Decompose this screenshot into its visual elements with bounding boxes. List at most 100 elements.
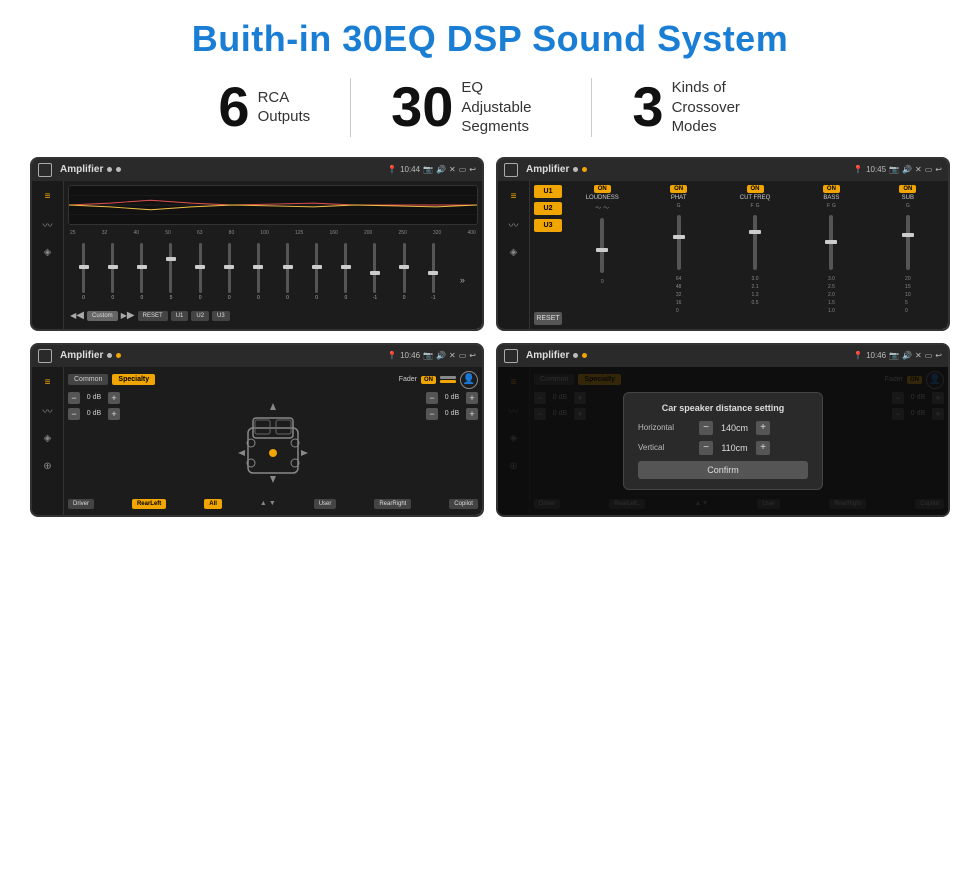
screen2-wave-icon[interactable]: 〰 <box>504 215 524 235</box>
stat-number-crossover: 3 <box>632 79 663 135</box>
screen3-minus-tl[interactable]: − <box>68 392 80 404</box>
screen1-equalizer-icon[interactable]: ≡ <box>38 187 58 207</box>
screen3-plus-bl[interactable]: + <box>108 408 120 420</box>
screen3-wave-icon[interactable]: 〰 <box>38 401 58 421</box>
screen3-copilot-btn[interactable]: Copilot <box>449 499 478 509</box>
eq-slider-11[interactable]: -1 <box>361 243 388 301</box>
screen1-u2-btn[interactable]: U2 <box>191 311 209 321</box>
screen3-db-top-left: − 0 dB + <box>68 392 148 404</box>
screen3-arrow-down[interactable]: ▼ <box>269 500 276 507</box>
screen3-person-icon[interactable]: 👤 <box>460 371 478 389</box>
screen3-minus-br[interactable]: − <box>426 408 438 420</box>
screen4-horizontal-minus[interactable]: − <box>699 421 713 435</box>
screen4-app-title: Amplifier <box>526 350 569 361</box>
screen3-pan-icon[interactable]: ⊕ <box>38 457 58 477</box>
screen3-minus-tr[interactable]: − <box>426 392 438 404</box>
screen4-vertical-plus[interactable]: + <box>756 441 770 455</box>
screen2-cutfreq-slider[interactable] <box>753 215 757 270</box>
screen1-speaker-icon[interactable]: ◈ <box>38 243 58 263</box>
screen1-next-btn[interactable]: ▶ <box>121 309 135 323</box>
screen3-rearleft-btn[interactable]: RearLeft <box>132 499 166 509</box>
screen4-horizontal-plus[interactable]: + <box>756 421 770 435</box>
eq-slider-10[interactable]: 0 <box>332 243 359 301</box>
screen3-all-btn[interactable]: All <box>204 499 222 509</box>
screen4-home-icon[interactable] <box>504 349 518 363</box>
eq-chevron[interactable]: » <box>449 275 476 301</box>
screen2-sub-on[interactable]: ON <box>899 185 916 193</box>
screen2-u2-btn[interactable]: U2 <box>534 202 562 215</box>
screen4-confirm-btn[interactable]: Confirm <box>638 461 808 479</box>
screen3-plus-tl[interactable]: + <box>108 392 120 404</box>
screen4-vertical-minus[interactable]: − <box>699 441 713 455</box>
screen2-statusbar: Amplifier 📍 10:45 📷 🔊 ✕ ▭ ↩ <box>498 159 948 181</box>
screen4-location-icon: 📍 <box>853 351 863 360</box>
screen2-home-icon[interactable] <box>504 163 518 177</box>
screen2-loudness-label: LOUDNESS <box>586 195 619 201</box>
screen1-prev-btn[interactable]: ◀ <box>70 309 84 323</box>
eq-slider-7[interactable]: 0 <box>245 243 272 301</box>
screen4-horizontal-stepper: − 140cm + <box>699 421 770 435</box>
eq-slider-3[interactable]: 0 <box>128 243 155 301</box>
screen2-speaker-icon[interactable]: ◈ <box>504 243 524 263</box>
screen2-u1-btn[interactable]: U1 <box>534 185 562 198</box>
screen3-dot1 <box>107 353 112 358</box>
main-title: Buith-in 30EQ DSP Sound System <box>30 18 950 60</box>
screen2-loudness-curve1: 〜 <box>595 203 601 212</box>
screen3-minus-bl[interactable]: − <box>68 408 80 420</box>
screen1-back-icon: ↩ <box>469 165 476 174</box>
screen3-driver-btn[interactable]: Driver <box>68 499 94 509</box>
screen1-custom-btn[interactable]: Custom <box>87 311 118 321</box>
eq-slider-9[interactable]: 0 <box>303 243 330 301</box>
screen2-phat-slider[interactable] <box>677 215 681 270</box>
stat-text-rca: RCA Outputs <box>258 88 311 127</box>
screen4: Amplifier 📍 10:46 📷 🔊 ✕ ▭ ↩ <box>498 345 948 515</box>
screen1-home-icon[interactable] <box>38 163 52 177</box>
screen1-rect-icon: ▭ <box>459 165 467 174</box>
screen2-equalizer-icon[interactable]: ≡ <box>504 187 524 207</box>
screen4-vertical-row: Vertical − 110cm + <box>638 441 808 455</box>
screen2-loudness-on[interactable]: ON <box>594 185 611 193</box>
screen3-fader-on[interactable]: ON <box>421 376 436 384</box>
screen3-arrow-up[interactable]: ▲ <box>260 500 267 507</box>
screen2-u3-btn[interactable]: U3 <box>534 219 562 232</box>
screen3-speaker-icon[interactable]: ◈ <box>38 429 58 449</box>
screen2-status-icons: 📍 10:45 📷 🔊 ✕ ▭ ↩ <box>853 165 942 174</box>
screen3-content: ≡ 〰 ◈ ⊕ Common Specialty Fader ON <box>32 367 482 515</box>
screen1-freq-labels: 25 32 40 50 63 80 100 125 160 200 250 32… <box>68 229 478 237</box>
eq-slider-2[interactable]: 0 <box>99 243 126 301</box>
screen3-specialty-tab[interactable]: Specialty <box>112 374 155 385</box>
eq-slider-13[interactable]: -1 <box>420 243 447 301</box>
screen4-horizontal-value: 140cm <box>717 423 752 433</box>
screen3-equalizer-icon[interactable]: ≡ <box>38 373 58 393</box>
screen1-reset-btn[interactable]: RESET <box>138 311 168 321</box>
screen2-sub-slider[interactable] <box>906 215 910 270</box>
screen3-rect-icon: ▭ <box>459 351 467 360</box>
screen2-rect-icon: ▭ <box>925 165 933 174</box>
screen3-common-tab[interactable]: Common <box>68 374 108 385</box>
screen2-bass-slider[interactable] <box>829 215 833 270</box>
screen3-rearright-btn[interactable]: RearRight <box>374 499 411 509</box>
screen3-time: 10:46 <box>400 351 420 360</box>
stat-number-eq: 30 <box>391 79 453 135</box>
eq-slider-6[interactable]: 0 <box>216 243 243 301</box>
eq-slider-5[interactable]: 0 <box>187 243 214 301</box>
stats-row: 6 RCA Outputs 30 EQ Adjustable Segments … <box>30 78 950 137</box>
eq-slider-12[interactable]: 0 <box>391 243 418 301</box>
screen2-dot2 <box>582 167 587 172</box>
screen2-bass-on[interactable]: ON <box>823 185 840 193</box>
screen3-side-panel: ≡ 〰 ◈ ⊕ <box>32 367 64 515</box>
screen3-home-icon[interactable] <box>38 349 52 363</box>
eq-slider-4[interactable]: 5 <box>157 243 184 301</box>
screen2-phat-on[interactable]: ON <box>670 185 687 193</box>
screen2-reset-btn[interactable]: RESET <box>534 312 562 325</box>
screen2-loudness-slider[interactable] <box>600 218 604 273</box>
screen1-u3-btn[interactable]: U3 <box>212 311 230 321</box>
eq-slider-1[interactable]: 0 <box>70 243 97 301</box>
eq-slider-8[interactable]: 0 <box>274 243 301 301</box>
screen1-u1-btn[interactable]: U1 <box>171 311 189 321</box>
screen2-cutfreq-on[interactable]: ON <box>747 185 764 193</box>
screen3-plus-tr[interactable]: + <box>466 392 478 404</box>
screen1-wave-icon[interactable]: 〰 <box>38 215 58 235</box>
screen3-plus-br[interactable]: + <box>466 408 478 420</box>
screen3-user-btn[interactable]: User <box>314 499 337 509</box>
